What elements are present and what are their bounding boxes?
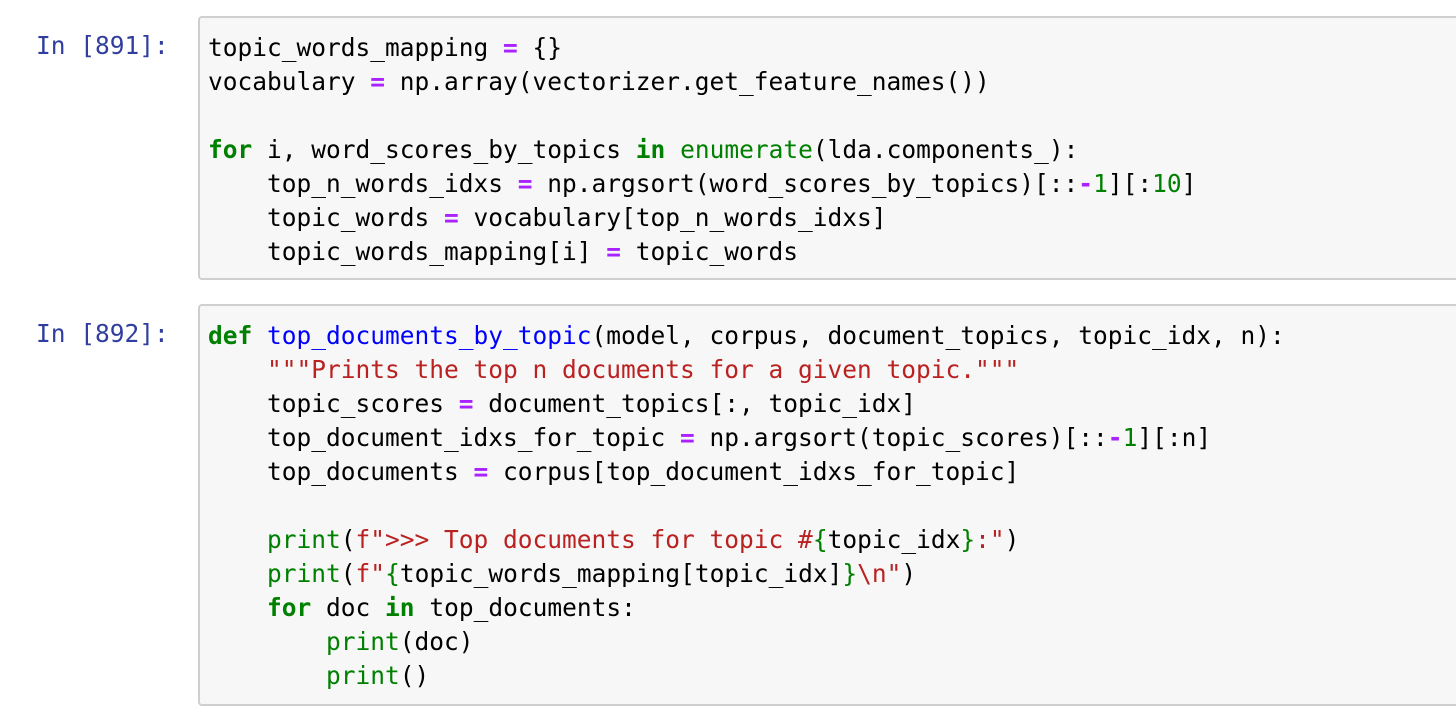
code-token: ][:n] bbox=[1137, 423, 1212, 452]
code-token: vocabulary bbox=[208, 67, 371, 96]
code-line: vocabulary = np.array(vectorizer.get_fea… bbox=[208, 65, 1196, 99]
code-line: top_document_idxs_for_topic = np.argsort… bbox=[208, 421, 1285, 455]
code-token: { bbox=[812, 525, 828, 554]
code-token: f" bbox=[355, 559, 386, 588]
code-token: corpus[top_document_idxs_for_topic] bbox=[488, 457, 1020, 486]
code-token: = bbox=[517, 169, 533, 198]
code-token: ][: bbox=[1107, 169, 1153, 198]
code-token: } bbox=[842, 559, 858, 588]
code-token: top_documents_by_topic bbox=[267, 321, 592, 350]
code-line: print(doc) bbox=[208, 625, 1285, 659]
code-line: topic_words_mapping = {} bbox=[208, 31, 1196, 65]
code-token: topic_words bbox=[208, 203, 445, 232]
code-token: topic_scores bbox=[208, 389, 459, 418]
code-editor[interactable]: topic_words_mapping = {} vocabulary = np.… bbox=[198, 16, 1456, 280]
code-token: 10 bbox=[1152, 169, 1182, 198]
code-token: = bbox=[606, 237, 622, 266]
code-token: np.argsort(word_scores_by_topics)[:: bbox=[532, 169, 1079, 198]
code-token: in bbox=[635, 135, 666, 164]
code-token: = bbox=[370, 67, 386, 96]
code-token: { bbox=[385, 559, 400, 588]
code-line: def top_documents_by_topic(model, corpus… bbox=[208, 319, 1285, 353]
code-token: top_document_idxs_for_topic bbox=[208, 423, 681, 452]
code-token: vocabulary[top_n_words_idxs] bbox=[458, 203, 887, 232]
code-line: top_n_words_idxs = np.argsort(word_score… bbox=[208, 167, 1196, 201]
code-token: topic_words_mapping[i] bbox=[208, 237, 607, 266]
code-token: topic_words_mapping bbox=[208, 33, 504, 62]
code-block[interactable]: def top_documents_by_topic(model, corpus… bbox=[208, 319, 1285, 693]
code-line: for i, word_scores_by_topics in enumerat… bbox=[208, 133, 1196, 167]
code-token: topic_words_mapping[topic_idx] bbox=[399, 559, 843, 588]
code-token: in bbox=[385, 593, 415, 622]
code-token: {} bbox=[517, 33, 563, 62]
code-token: = bbox=[444, 203, 459, 232]
code-token: - bbox=[1107, 423, 1123, 452]
code-token: ( bbox=[340, 559, 356, 588]
code-token: (lda.components_): bbox=[812, 135, 1079, 164]
code-token: def bbox=[208, 321, 253, 350]
code-token: = bbox=[458, 389, 474, 418]
code-token: ] bbox=[1181, 169, 1197, 198]
code-token: print bbox=[267, 559, 341, 588]
code-token: = bbox=[680, 423, 695, 452]
code-line: print(f"{topic_words_mapping[topic_idx]}… bbox=[208, 557, 1285, 591]
code-token: print bbox=[326, 661, 400, 690]
code-line: """Prints the top n documents for a give… bbox=[208, 353, 1285, 387]
code-token: top_documents: bbox=[414, 593, 636, 622]
code-token: \n" bbox=[857, 559, 902, 588]
code-token: - bbox=[1078, 169, 1094, 198]
code-line: print() bbox=[208, 659, 1285, 693]
code-line: top_documents = corpus[top_document_idxs… bbox=[208, 455, 1285, 489]
code-token: :" bbox=[975, 525, 1005, 554]
code-token: topic_idx bbox=[827, 525, 961, 554]
code-token: () bbox=[399, 661, 430, 690]
code-token: ( bbox=[340, 525, 356, 554]
code-token: ) bbox=[1004, 525, 1020, 554]
code-token: """Prints the top n documents for a give… bbox=[267, 355, 1020, 384]
code-token: top_documents bbox=[208, 457, 474, 486]
code-token: f">>> Top documents for topic # bbox=[355, 525, 813, 554]
code-block[interactable]: topic_words_mapping = {} vocabulary = np.… bbox=[208, 31, 1196, 269]
code-token: for bbox=[267, 593, 312, 622]
code-token: print bbox=[326, 627, 400, 656]
code-token: print bbox=[267, 525, 341, 554]
code-token: = bbox=[503, 33, 518, 62]
code-line: topic_scores = document_topics[:, topic_… bbox=[208, 387, 1285, 421]
code-token: 1 bbox=[1122, 423, 1138, 452]
code-editor[interactable]: def top_documents_by_topic(model, corpus… bbox=[198, 304, 1456, 706]
code-token: np.argsort(topic_scores)[:: bbox=[694, 423, 1108, 452]
code-line: topic_words = vocabulary[top_n_words_idx… bbox=[208, 201, 1196, 235]
input-prompt: In [892]: bbox=[36, 319, 169, 348]
code-token: ) bbox=[901, 559, 917, 588]
input-prompt: In [891]: bbox=[36, 31, 169, 60]
code-token: i, word_scores_by_topics bbox=[252, 135, 636, 164]
code-token: topic_words bbox=[621, 237, 799, 266]
code-token: np.array(vectorizer.get_feature_names()) bbox=[385, 67, 990, 96]
code-token: for bbox=[208, 135, 253, 164]
code-token: (doc) bbox=[399, 627, 474, 656]
code-token: 1 bbox=[1093, 169, 1108, 198]
code-token: = bbox=[473, 457, 489, 486]
code-line: print(f">>> Top documents for topic #{to… bbox=[208, 523, 1285, 557]
code-token: document_topics[:, topic_idx] bbox=[473, 389, 917, 418]
code-line: for doc in top_documents: bbox=[208, 591, 1285, 625]
code-line: topic_words_mapping[i] = topic_words bbox=[208, 235, 1196, 269]
code-token: enumerate bbox=[680, 135, 813, 164]
code-token: top_n_words_idxs bbox=[208, 169, 518, 198]
code-token: } bbox=[960, 525, 976, 554]
code-token: (model, corpus, document_topics, topic_i… bbox=[591, 321, 1285, 350]
code-token: doc bbox=[311, 593, 386, 622]
